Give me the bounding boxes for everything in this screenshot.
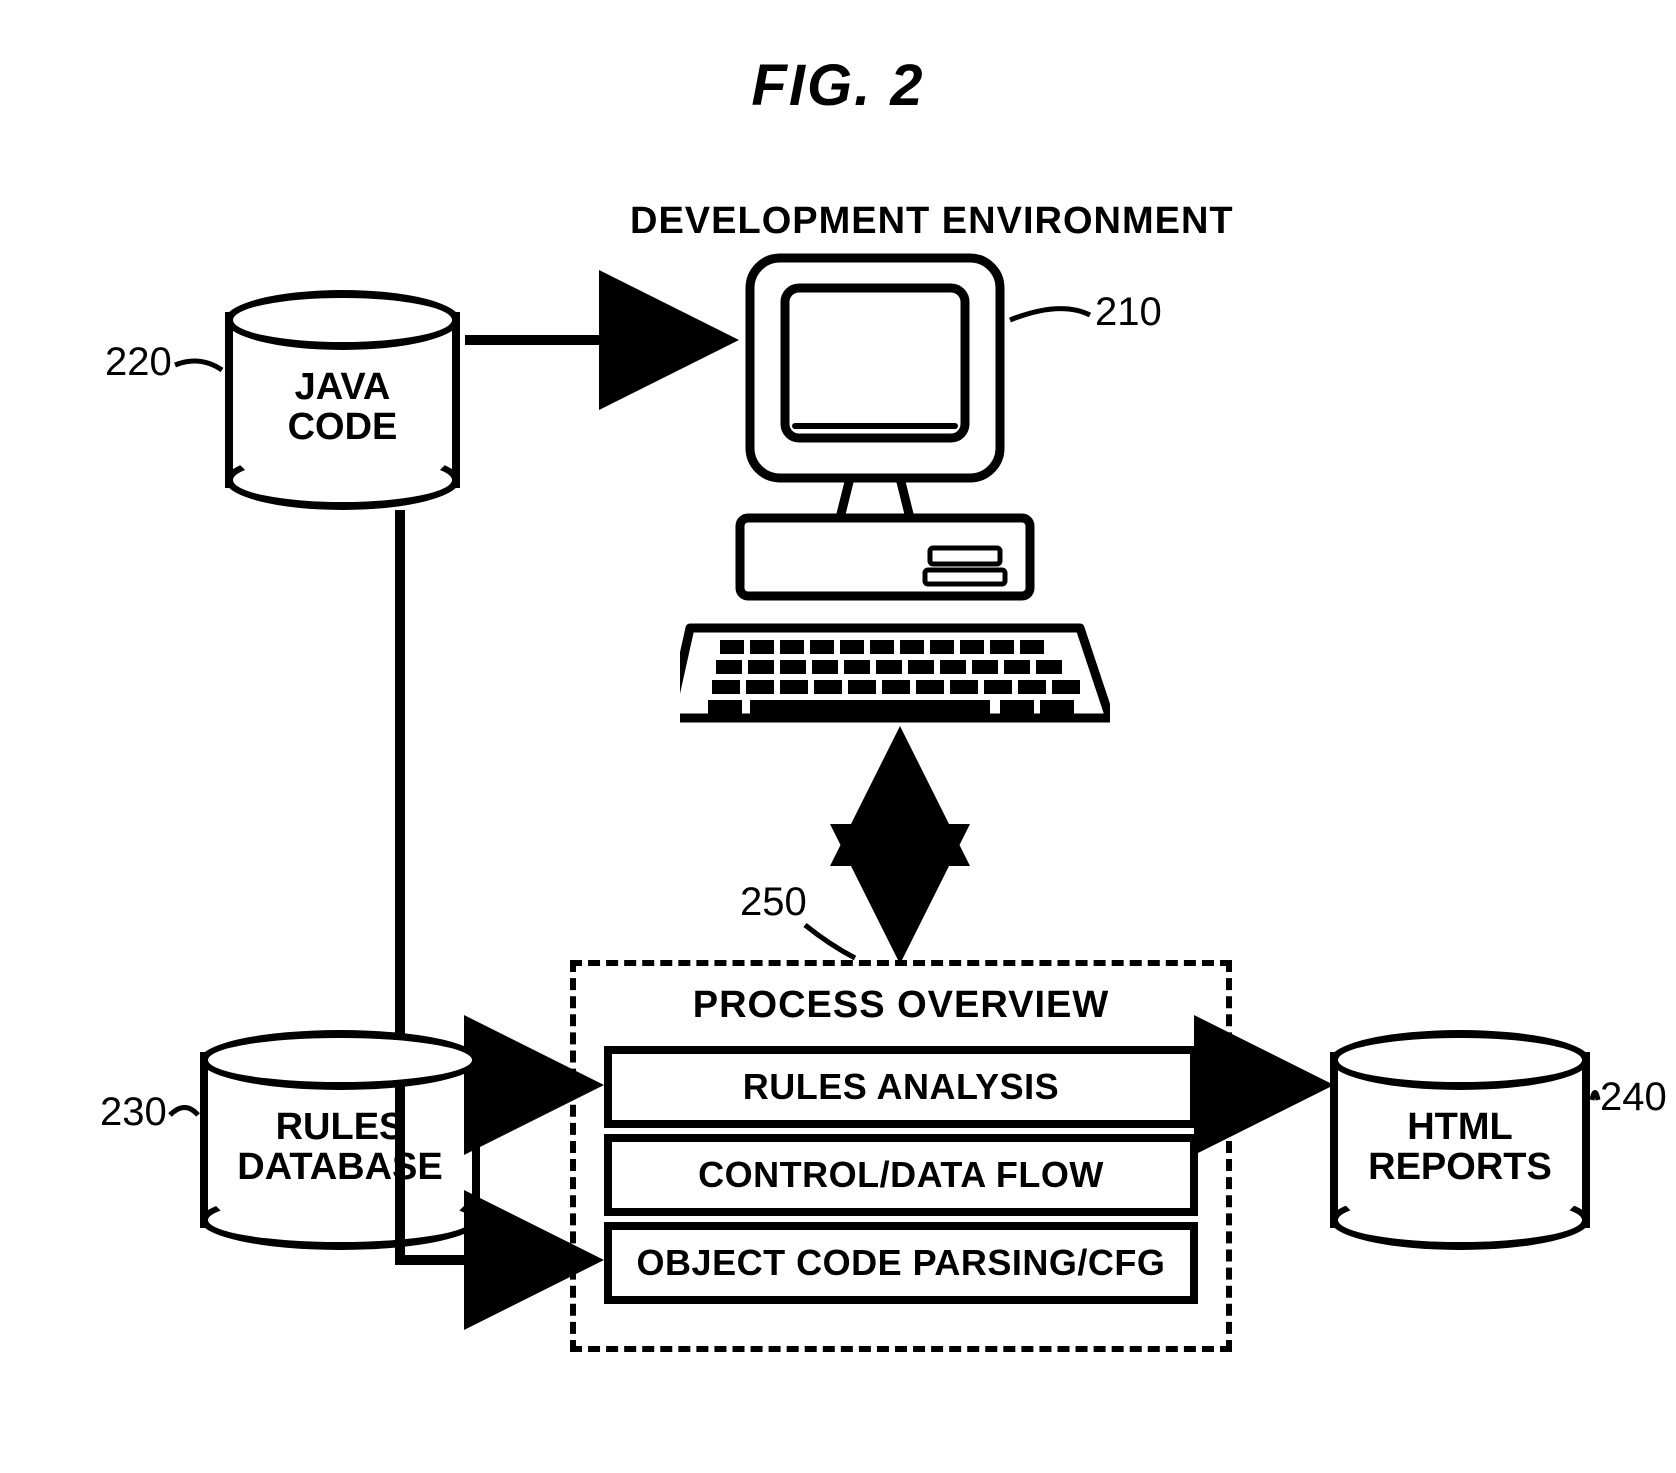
html-reports-label: HTML REPORTS: [1330, 1108, 1590, 1188]
leadline-220: [175, 361, 222, 370]
figure-title: FIG. 2: [751, 52, 924, 119]
computer-icon: [680, 248, 1110, 728]
process-row-control-data-flow: CONTROL/DATA FLOW ANALYSIS: [604, 1134, 1198, 1216]
java-code-label: JAVA CODE: [225, 368, 460, 448]
rules-database-datastore: RULES DATABASE: [200, 1030, 480, 1250]
ref-240: 240: [1600, 1075, 1667, 1120]
ref-210: 210: [1095, 290, 1162, 335]
process-row-rules-analysis: RULES ANALYSIS: [604, 1046, 1198, 1128]
ref-230: 230: [100, 1090, 167, 1135]
leadline-230: [170, 1108, 198, 1116]
process-overview-box: PROCESS OVERVIEW RULES ANALYSIS CONTROL/…: [570, 960, 1232, 1352]
development-environment-label: DEVELOPMENT ENVIRONMENT: [630, 200, 1234, 243]
process-overview-title: PROCESS OVERVIEW: [576, 984, 1226, 1027]
leadline-240: [1592, 1093, 1598, 1101]
diagram-canvas: FIG. 2 DEVELOPMENT ENVIRONMENT: [0, 0, 1676, 1473]
java-code-datastore: JAVA CODE: [225, 290, 460, 510]
ref-220: 220: [105, 340, 172, 385]
rules-database-label: RULES DATABASE: [200, 1108, 480, 1188]
process-row-object-code-parsing: OBJECT CODE PARSING/CFG: [604, 1222, 1198, 1304]
ref-250: 250: [740, 880, 807, 925]
html-reports-datastore: HTML REPORTS: [1330, 1030, 1590, 1250]
leadline-250: [805, 925, 855, 958]
